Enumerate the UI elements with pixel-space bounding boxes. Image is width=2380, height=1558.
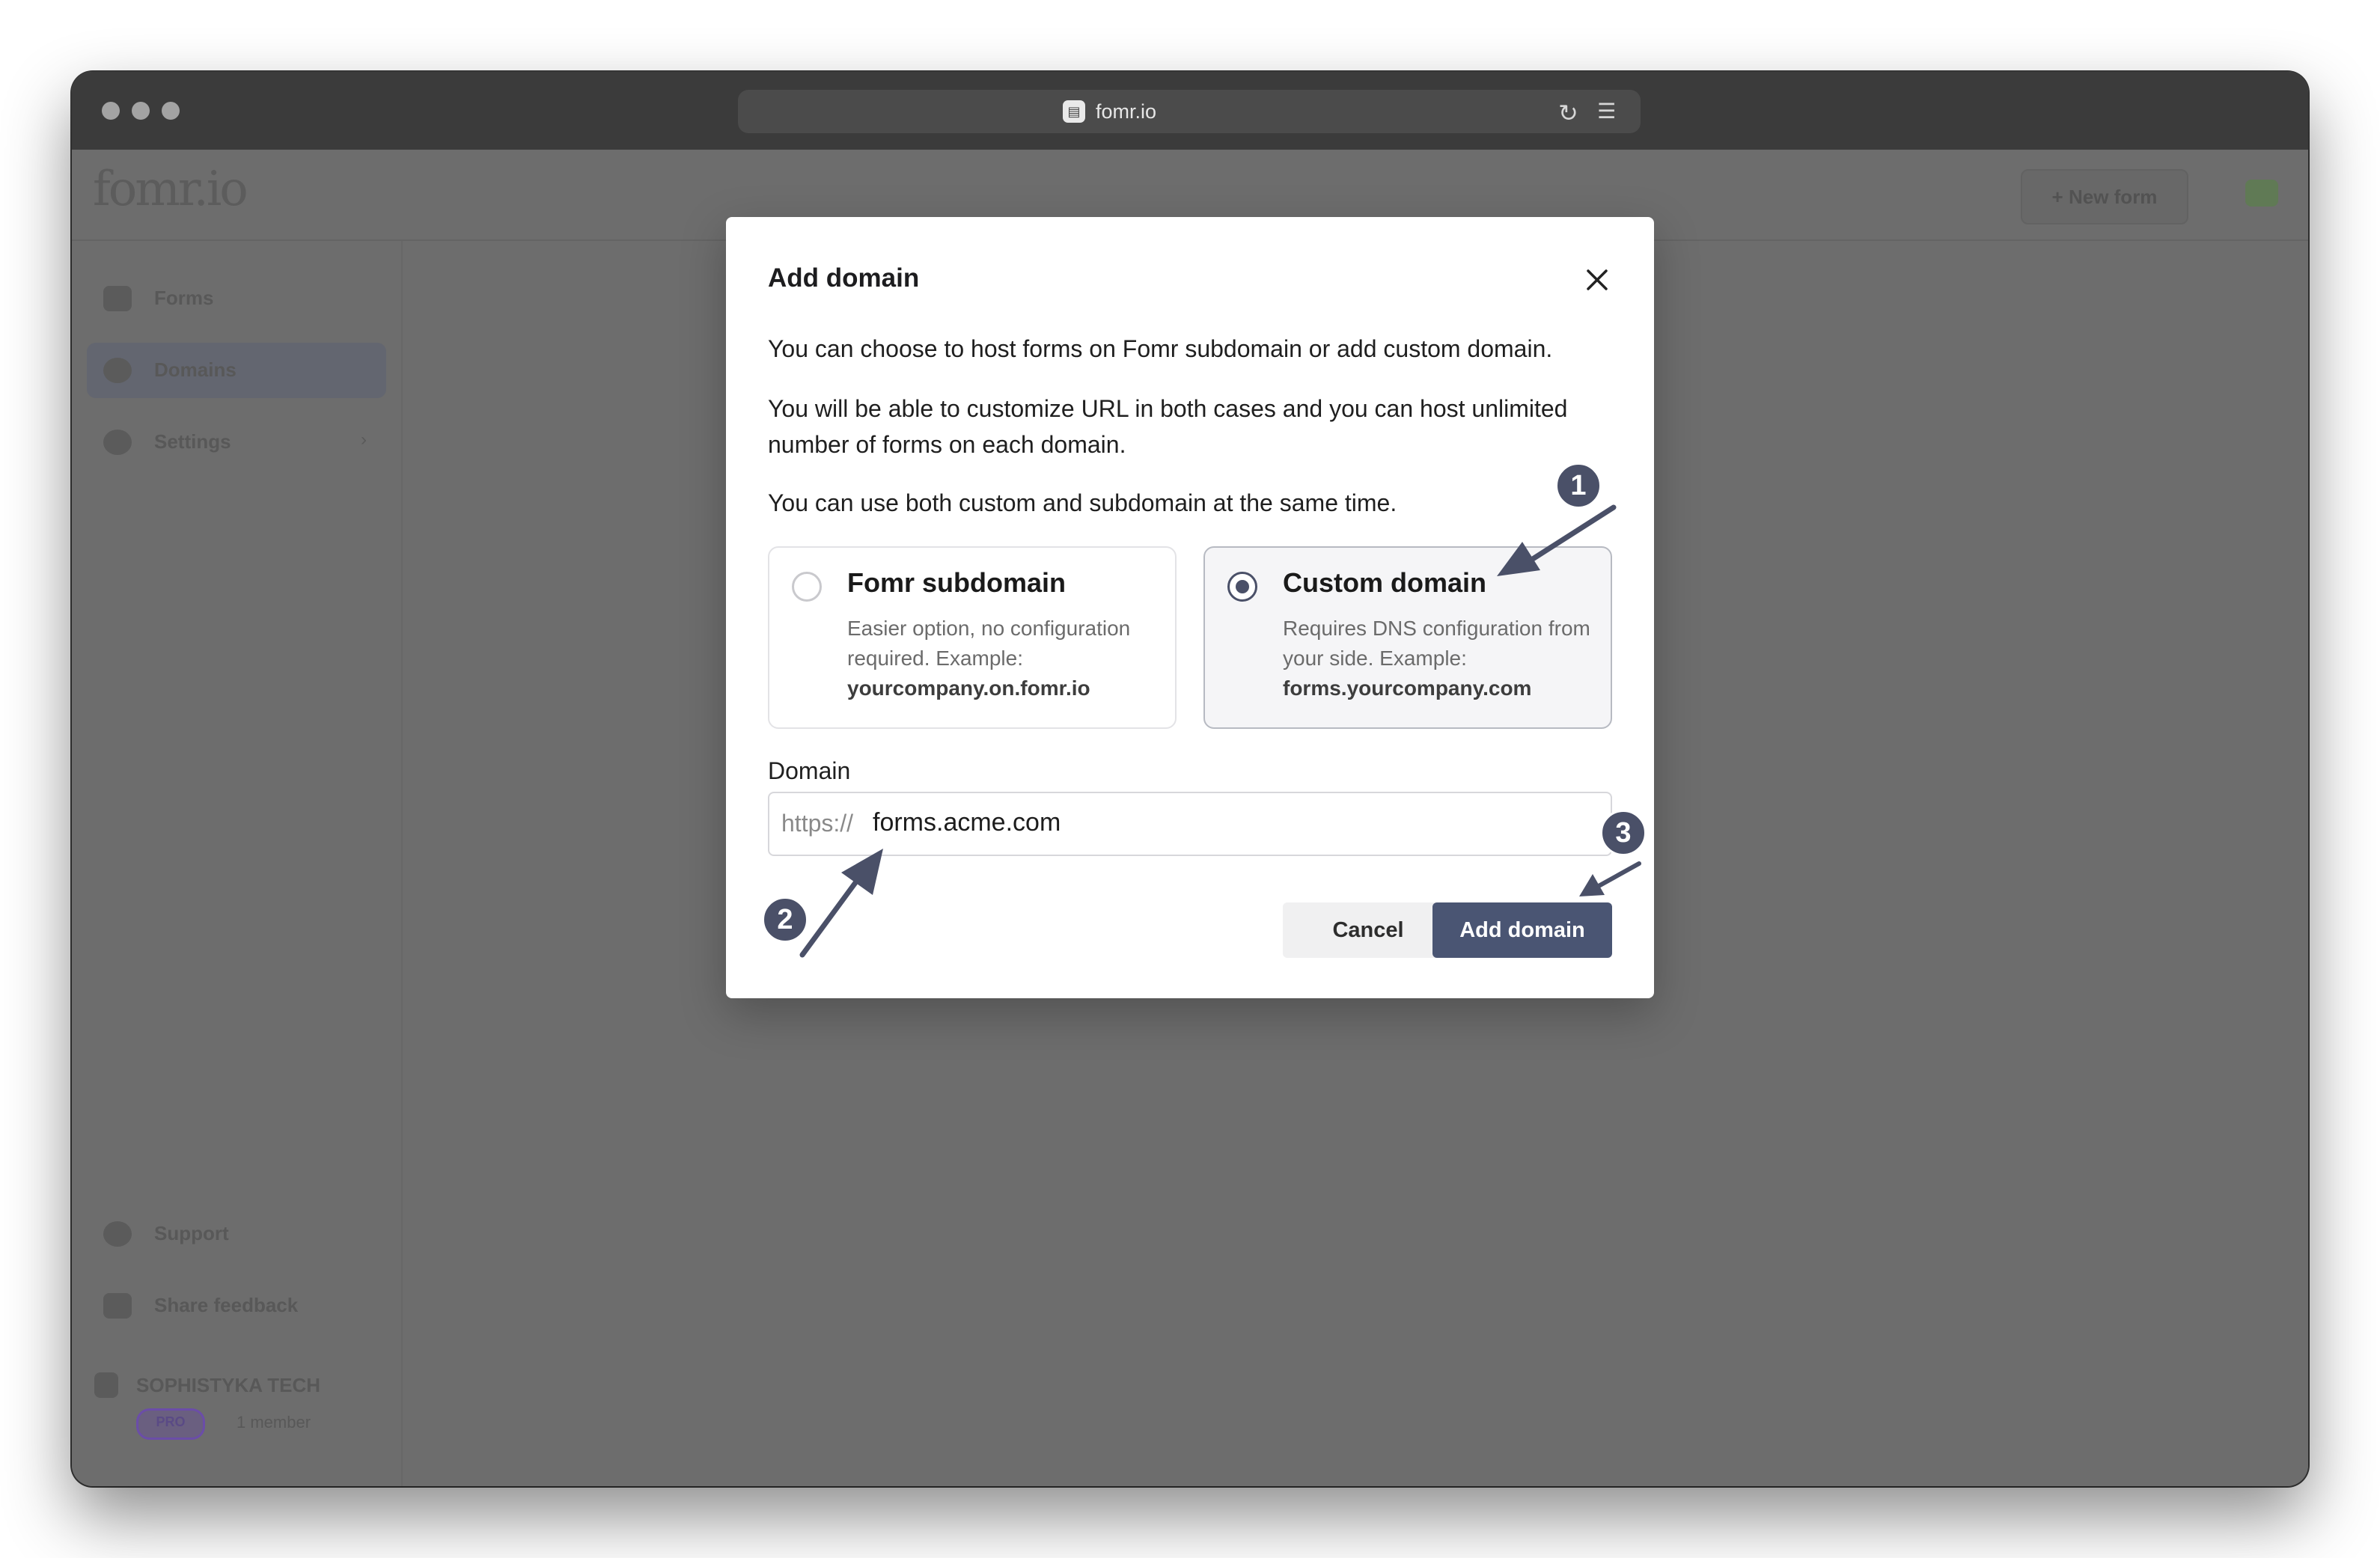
step-badge-3: 3 bbox=[1600, 810, 1647, 856]
option-description-text: Easier option, no configuration required… bbox=[847, 617, 1131, 670]
option-title: Custom domain bbox=[1283, 567, 1487, 598]
browser-titlebar: ▤ fomr.io ↻ ☰ bbox=[72, 72, 2308, 151]
globe-icon bbox=[103, 358, 132, 383]
sidebar-item-label: Share feedback bbox=[154, 1294, 299, 1316]
option-custom-domain[interactable]: Custom domain Requires DNS configuration… bbox=[1203, 546, 1612, 729]
dialog-url-text: You will be able to customize URL in bot… bbox=[768, 395, 1568, 458]
workspace-switcher[interactable]: SOPHISTYKA TECH PRO 1 member bbox=[94, 1363, 379, 1453]
add-domain-dialog: Add domain You can choose to host forms … bbox=[726, 217, 1654, 998]
domain-input[interactable] bbox=[873, 808, 1546, 837]
option-description-text: Requires DNS configuration from your sid… bbox=[1283, 617, 1590, 670]
app-logo: fomr.io bbox=[93, 162, 248, 217]
workspace-name: SOPHISTYKA TECH bbox=[136, 1374, 321, 1396]
chat-icon bbox=[103, 1221, 132, 1247]
reader-mode-icon[interactable]: ☰ bbox=[1597, 99, 1616, 123]
step-badge-1: 1 bbox=[1555, 462, 1602, 509]
sidebar-item-feedback[interactable]: Share feedback bbox=[87, 1278, 386, 1334]
close-window-button[interactable] bbox=[102, 102, 120, 120]
address-bar[interactable]: ▤ fomr.io ↻ ☰ bbox=[738, 90, 1641, 133]
sidebar-item-label: Domains bbox=[154, 358, 237, 381]
forms-icon bbox=[103, 286, 132, 311]
close-icon[interactable] bbox=[1582, 265, 1612, 295]
domain-field[interactable]: https:// bbox=[768, 792, 1612, 856]
address-bar-url: fomr.io bbox=[1096, 100, 1157, 123]
option-title: Fomr subdomain bbox=[847, 567, 1067, 598]
option-description: Easier option, no configuration required… bbox=[847, 614, 1162, 703]
sidebar-item-label: Forms bbox=[154, 287, 214, 309]
option-example: yourcompany.on.fomr.io bbox=[847, 676, 1090, 700]
minimize-window-button[interactable] bbox=[132, 102, 150, 120]
step-badge-2: 2 bbox=[762, 896, 808, 943]
option-fomr-subdomain[interactable]: Fomr subdomain Easier option, no configu… bbox=[768, 546, 1177, 729]
dialog-intro-text: You can choose to host forms on Fomr sub… bbox=[768, 335, 1553, 362]
site-icon: ▤ bbox=[1063, 100, 1085, 123]
radio-custom-domain[interactable] bbox=[1227, 572, 1257, 602]
megaphone-icon bbox=[103, 1293, 132, 1319]
building-icon bbox=[94, 1372, 118, 1398]
option-example: forms.yourcompany.com bbox=[1283, 676, 1532, 700]
zoom-window-button[interactable] bbox=[162, 102, 180, 120]
cancel-button[interactable]: Cancel bbox=[1283, 902, 1453, 958]
sidebar-item-support[interactable]: Support bbox=[87, 1206, 386, 1262]
sidebar-item-settings[interactable]: Settings › bbox=[87, 415, 386, 470]
new-form-button[interactable]: + New form bbox=[2021, 169, 2188, 224]
sidebar-item-label: Settings bbox=[154, 430, 231, 453]
member-count: 1 member bbox=[237, 1413, 311, 1432]
sidebar-item-forms[interactable]: Forms bbox=[87, 271, 386, 326]
gear-icon bbox=[103, 430, 132, 455]
reload-icon[interactable]: ↻ bbox=[1558, 99, 1578, 127]
option-description: Requires DNS configuration from your sid… bbox=[1283, 614, 1597, 703]
radio-fomr-subdomain[interactable] bbox=[792, 572, 822, 602]
sidebar-item-label: Support bbox=[154, 1222, 229, 1244]
sidebar-item-domains[interactable]: Domains bbox=[87, 343, 386, 398]
avatar[interactable] bbox=[2245, 180, 2278, 207]
chevron-right-icon: › bbox=[361, 430, 367, 450]
dialog-title: Add domain bbox=[768, 263, 920, 293]
dialog-both-text: You can use both custom and subdomain at… bbox=[768, 489, 1397, 516]
new-form-label: New form bbox=[2068, 186, 2158, 208]
add-domain-button[interactable]: Add domain bbox=[1432, 902, 1612, 958]
sidebar: Forms Domains Settings › Support Share f… bbox=[72, 241, 403, 1486]
domain-field-label: Domain bbox=[768, 757, 851, 784]
plan-badge-text: PRO bbox=[156, 1414, 186, 1429]
domain-prefix: https:// bbox=[781, 810, 854, 837]
plan-badge: PRO bbox=[136, 1408, 205, 1440]
